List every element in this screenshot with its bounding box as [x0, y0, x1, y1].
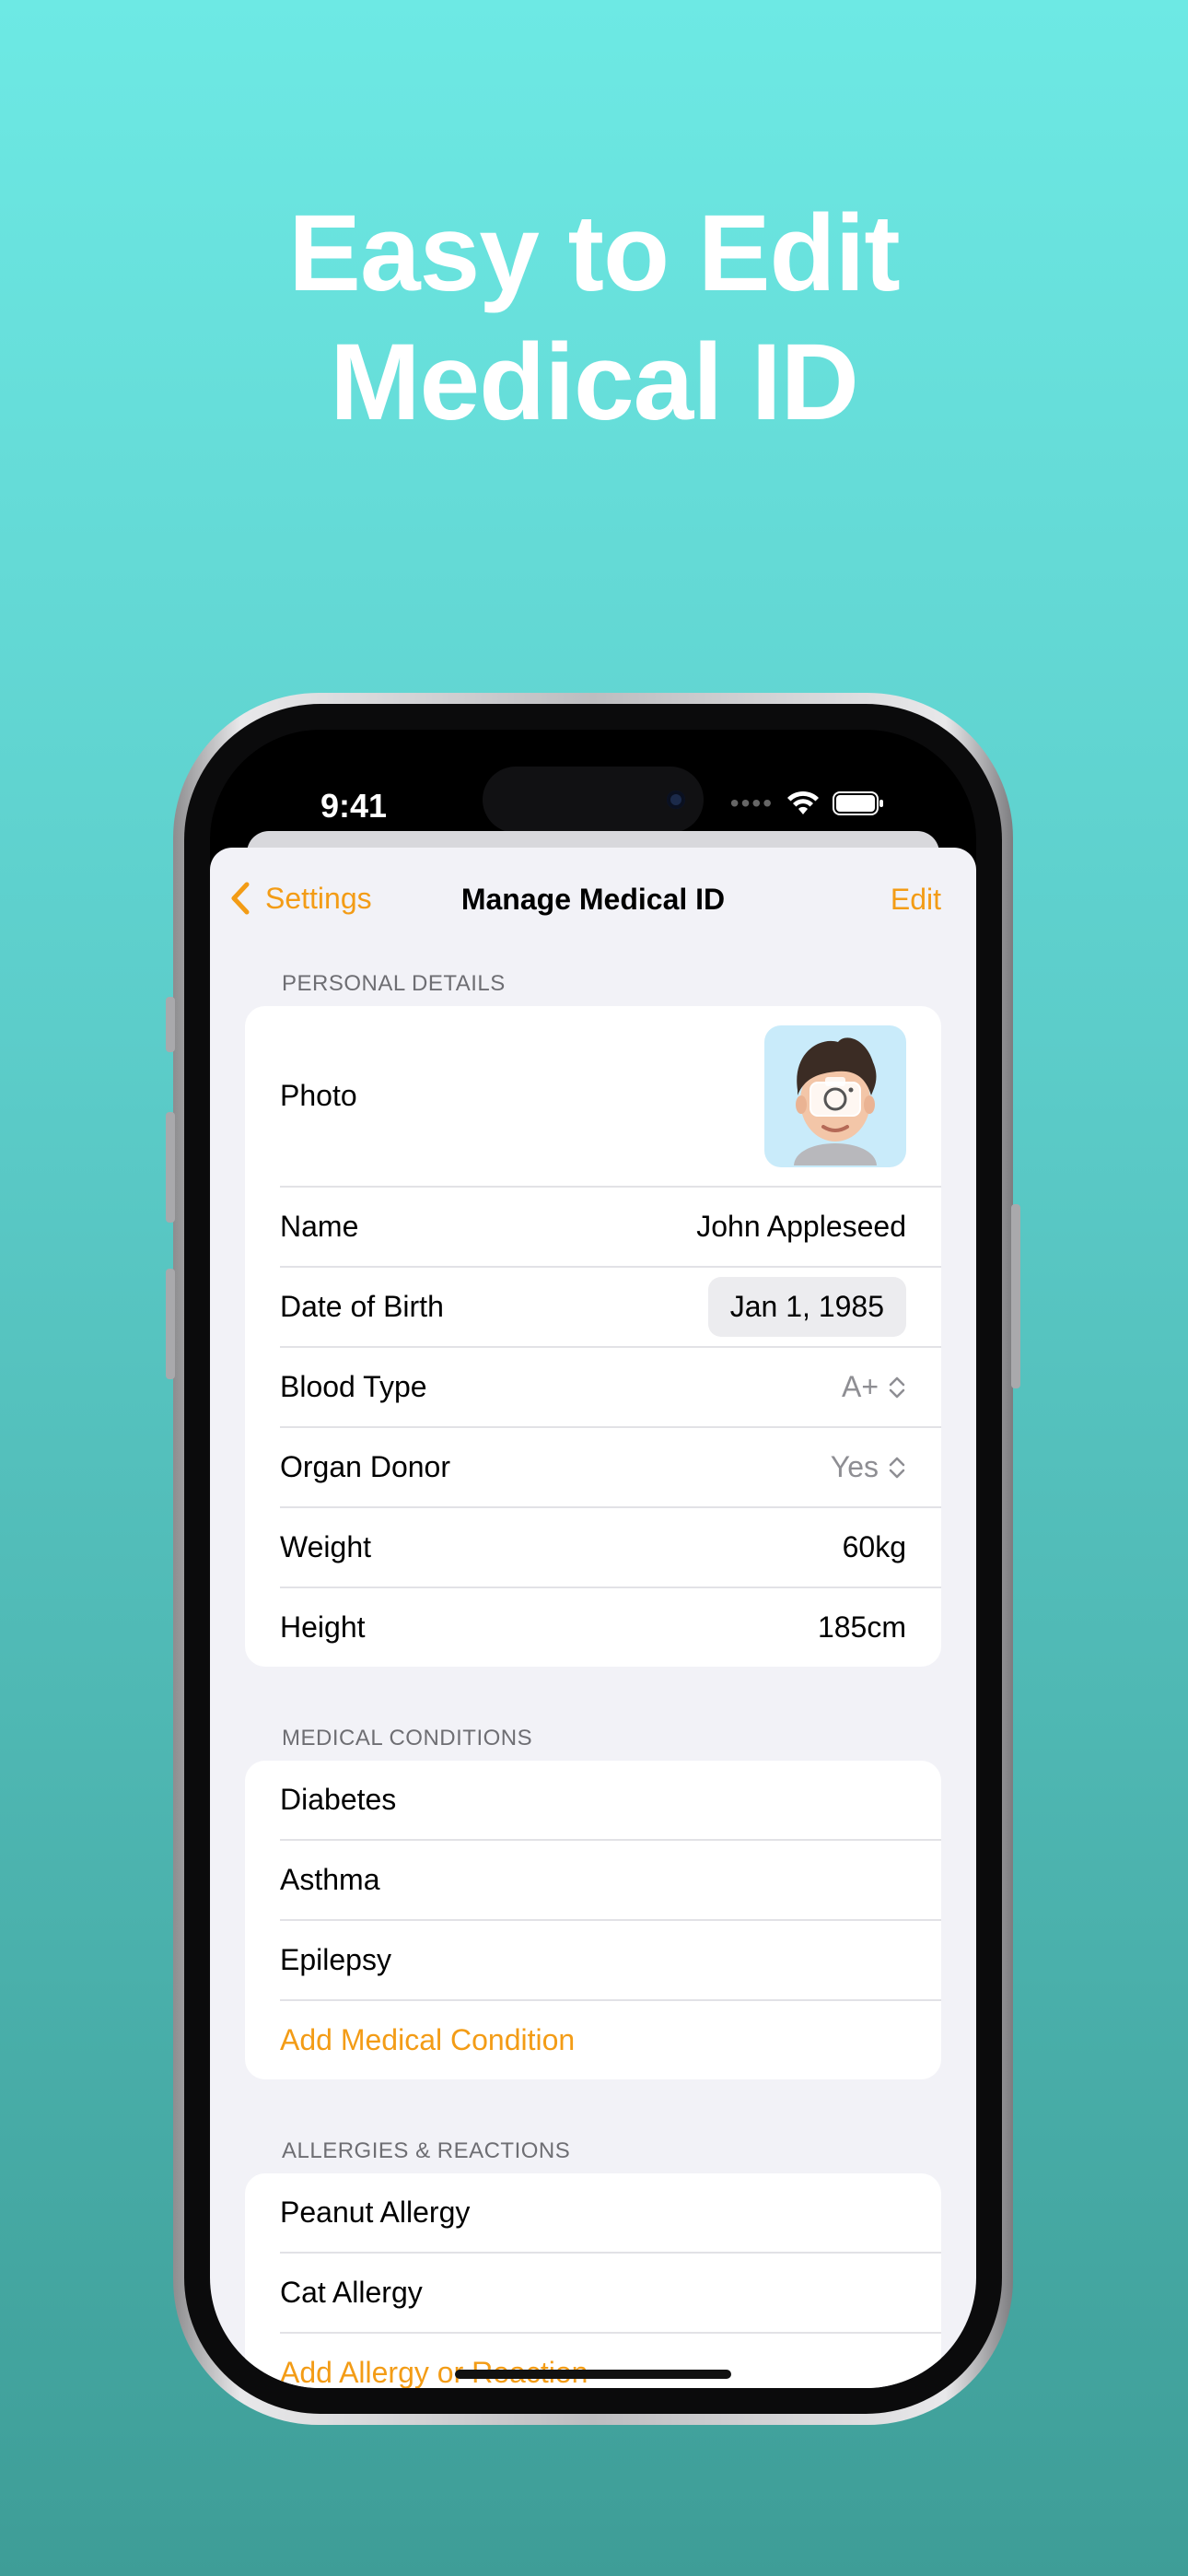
front-camera-icon — [667, 790, 685, 809]
status-time: 9:41 — [320, 787, 388, 825]
weight-value: 60kg — [842, 1530, 906, 1563]
medical-conditions-group: Diabetes Asthma Epilepsy Add Medical Con… — [245, 1761, 941, 2079]
blood-type-label: Blood Type — [280, 1370, 427, 1403]
date-of-birth-label: Date of Birth — [280, 1290, 444, 1323]
power-button — [1011, 1204, 1020, 1388]
add-medical-condition-button[interactable]: Add Medical Condition — [280, 2001, 941, 2079]
add-condition-label: Add Medical Condition — [280, 2023, 576, 2056]
organ-donor-picker[interactable]: Yes — [831, 1450, 906, 1484]
photo-picker[interactable] — [764, 1025, 906, 1167]
battery-icon — [833, 791, 883, 815]
navigation-bar: Settings Manage Medical ID Edit — [210, 848, 976, 949]
list-item[interactable]: Asthma — [280, 1841, 941, 1921]
wifi-icon — [787, 790, 819, 814]
condition-label: Epilepsy — [280, 1943, 391, 1976]
height-value: 185cm — [817, 1610, 906, 1644]
list-item[interactable]: Epilepsy — [280, 1921, 941, 2001]
name-value: John Appleseed — [696, 1210, 906, 1243]
height-label: Height — [280, 1610, 366, 1644]
camera-icon — [809, 1076, 861, 1117]
list-item[interactable]: Cat Allergy — [280, 2254, 941, 2334]
blood-type-row[interactable]: Blood Type A+ — [280, 1348, 941, 1428]
blood-type-value: A+ — [841, 1370, 879, 1403]
personal-details-group: Photo Name John Appleseed Date of Birth … — [245, 1006, 941, 1667]
action-button — [166, 997, 175, 1052]
blood-type-picker[interactable]: A+ — [842, 1370, 906, 1404]
date-of-birth-row[interactable]: Date of Birth Jan 1, 1985 — [280, 1268, 941, 1348]
headline-line-2: Medical ID — [330, 322, 859, 443]
list-item[interactable]: Diabetes — [280, 1761, 941, 1841]
allergy-label: Cat Allergy — [280, 2276, 423, 2309]
section-header-allergies: ALLERGIES & REACTIONS — [282, 2138, 571, 2163]
add-allergy-button[interactable]: Add Allergy or Reaction — [280, 2334, 941, 2388]
allergy-label: Peanut Allergy — [280, 2195, 471, 2229]
organ-donor-row[interactable]: Organ Donor Yes — [280, 1428, 941, 1508]
list-item[interactable]: Peanut Allergy — [280, 2173, 941, 2254]
edit-button[interactable]: Edit — [891, 883, 941, 917]
organ-donor-label: Organ Donor — [280, 1450, 450, 1483]
headline: Easy to Edit Medical ID — [0, 189, 1188, 447]
volume-down-button — [166, 1269, 175, 1379]
condition-label: Asthma — [280, 1863, 380, 1896]
date-of-birth-picker[interactable]: Jan 1, 1985 — [707, 1277, 906, 1337]
dynamic-island — [483, 767, 704, 833]
volume-up-button — [166, 1112, 175, 1223]
screen: 9:41 •••• Settings Manage Medical ID Edi… — [210, 730, 976, 2388]
organ-donor-value: Yes — [830, 1450, 879, 1483]
medical-id-sheet: Settings Manage Medical ID Edit PERSONAL… — [210, 848, 976, 2388]
weight-row[interactable]: Weight 60kg — [280, 1508, 941, 1588]
name-label: Name — [280, 1210, 359, 1243]
phone-frame: 9:41 •••• Settings Manage Medical ID Edi… — [166, 693, 1020, 2425]
signal-icon: •••• — [729, 789, 774, 817]
weight-label: Weight — [280, 1530, 372, 1563]
section-header-conditions: MEDICAL CONDITIONS — [282, 1726, 533, 1751]
status-icons: •••• — [730, 789, 884, 818]
page-title: Manage Medical ID — [460, 883, 726, 916]
name-row[interactable]: Name John Appleseed — [280, 1188, 941, 1268]
height-row[interactable]: Height 185cm — [280, 1588, 941, 1667]
allergies-group: Peanut Allergy Cat Allergy Add Allergy o… — [245, 2173, 941, 2388]
home-indicator[interactable] — [455, 2370, 731, 2379]
photo-row[interactable]: Photo — [280, 1006, 941, 1188]
updown-chevron-icon — [889, 1457, 905, 1478]
updown-chevron-icon — [889, 1376, 905, 1398]
photo-label: Photo — [280, 1079, 357, 1112]
section-header-personal: PERSONAL DETAILS — [282, 971, 506, 996]
headline-line-1: Easy to Edit — [288, 193, 900, 314]
condition-label: Diabetes — [280, 1783, 397, 1816]
